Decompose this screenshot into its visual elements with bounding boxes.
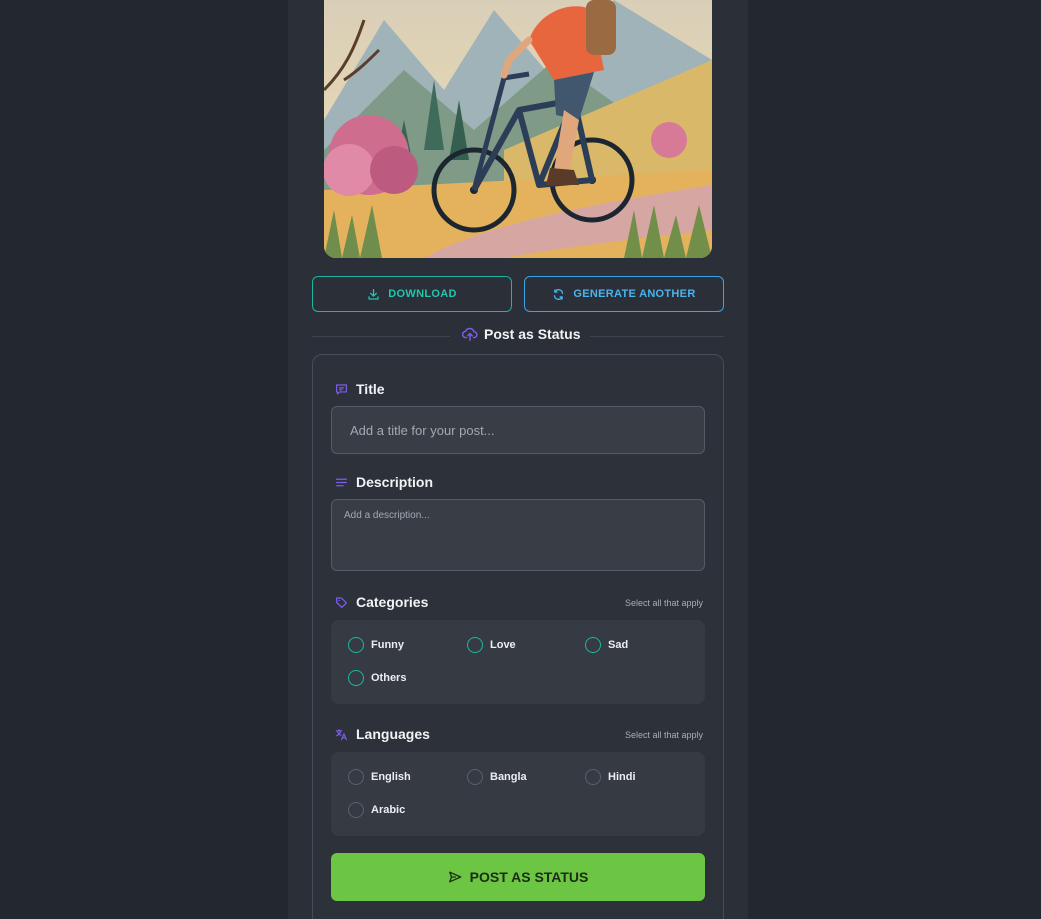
message-icon: [336, 383, 347, 395]
description-label-text: Description: [356, 474, 434, 490]
language-arabic-label: Arabic: [371, 804, 406, 816]
category-sad[interactable]: Sad: [585, 637, 628, 653]
category-love[interactable]: Love: [467, 637, 516, 653]
language-english-radio[interactable]: [348, 769, 364, 785]
tag-icon: [336, 596, 347, 608]
language-bangla-label: Bangla: [490, 771, 527, 783]
description-label: Description: [335, 474, 433, 490]
category-funny-radio[interactable]: [348, 637, 364, 653]
categories-hint: Select all that apply: [624, 598, 703, 608]
category-sad-label: Sad: [608, 639, 629, 651]
section-title: Post as Status: [484, 326, 581, 342]
post-as-status-button[interactable]: POST AS STATUS: [331, 853, 705, 901]
send-icon: [448, 871, 461, 883]
category-funny-label: Funny: [371, 639, 404, 651]
divider-line-left: [312, 336, 450, 337]
language-bangla-radio[interactable]: [467, 769, 483, 785]
category-funny[interactable]: Funny: [348, 637, 404, 653]
language-arabic[interactable]: Arabic: [348, 802, 405, 818]
description-input[interactable]: [331, 499, 705, 571]
generate-another-label: GENERATE ANOTHER: [573, 288, 696, 300]
language-bangla[interactable]: Bangla: [467, 769, 527, 785]
post-form-card: Title Description Categories Select all …: [312, 354, 724, 919]
title-input[interactable]: [331, 406, 705, 454]
category-others[interactable]: Others: [348, 670, 406, 686]
post-as-status-label: POST AS STATUS: [469, 869, 589, 885]
title-label-text: Title: [356, 381, 385, 397]
languages-options: English Bangla Hindi Arabic: [331, 752, 705, 836]
upload-cloud-icon: [462, 327, 478, 341]
language-arabic-radio[interactable]: [348, 802, 364, 818]
languages-label-text: Languages: [356, 726, 430, 742]
language-hindi[interactable]: Hindi: [585, 769, 636, 785]
lines-icon: [336, 478, 347, 486]
refresh-icon: [554, 288, 564, 300]
title-label: Title: [335, 381, 385, 397]
category-love-radio[interactable]: [467, 637, 483, 653]
language-hindi-label: Hindi: [608, 771, 636, 783]
divider-line-right: [590, 336, 724, 337]
language-hindi-radio[interactable]: [585, 769, 601, 785]
language-english-label: English: [371, 771, 411, 783]
category-sad-radio[interactable]: [585, 637, 601, 653]
categories-options: Funny Love Sad Others: [331, 620, 705, 704]
languages-label: Languages: [335, 726, 430, 742]
download-icon: [368, 288, 379, 300]
category-others-label: Others: [371, 672, 407, 684]
section-divider: Post as Status: [312, 326, 724, 346]
language-english[interactable]: English: [348, 769, 411, 785]
generated-image: [324, 0, 712, 258]
generate-another-button[interactable]: GENERATE ANOTHER: [524, 276, 724, 312]
translate-icon: [335, 728, 347, 740]
category-others-radio[interactable]: [348, 670, 364, 686]
download-button[interactable]: DOWNLOAD: [312, 276, 512, 312]
download-label: DOWNLOAD: [388, 288, 457, 300]
categories-label-text: Categories: [356, 594, 429, 610]
cyclist-illustration: [324, 0, 712, 258]
languages-hint: Select all that apply: [624, 730, 703, 740]
category-love-label: Love: [490, 639, 516, 651]
categories-label: Categories: [335, 594, 428, 610]
content-panel: DOWNLOAD GENERATE ANOTHER Post as Status…: [288, 0, 748, 919]
